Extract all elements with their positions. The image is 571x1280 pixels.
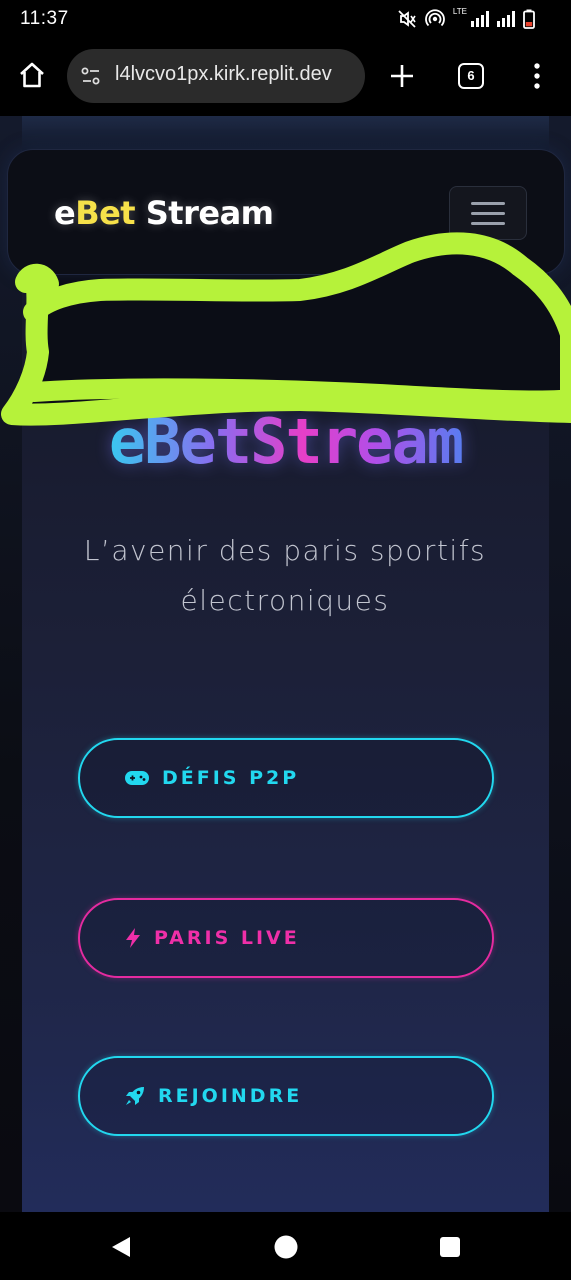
join-button-label: REJOINDRE [158,1085,303,1107]
status-time: 11:37 [20,8,69,29]
live-button-label: PARIS LIVE [154,927,300,949]
status-bar: 11:37 LTE [0,0,571,38]
mute-icon [398,10,416,28]
signal-icon [471,11,489,27]
signal-icon [497,11,515,27]
tabs-button[interactable]: 6 [458,63,484,89]
browser-toolbar: l4lvcvo1px.kirk.replit.dev 6 [0,38,571,116]
gamepad-icon [125,771,149,785]
hero-title: eBetStream [108,405,464,478]
site-settings-icon[interactable] [79,64,103,88]
new-tab-icon[interactable] [388,62,416,90]
hamburger-icon[interactable] [449,186,527,240]
recents-icon[interactable] [439,1236,461,1258]
live-bets-button[interactable]: PARIS LIVE [78,898,494,978]
network-type: LTE [452,7,467,16]
back-icon[interactable] [108,1234,134,1260]
brand-logo[interactable]: eBet Stream [54,194,274,232]
overflow-menu-icon[interactable] [530,62,544,90]
battery-icon [523,9,535,29]
lightning-icon [126,928,140,948]
web-page: eBet Stream eBetStream L’avenir des pari… [0,116,571,1212]
url-text[interactable]: l4lvcvo1px.kirk.replit.dev [115,63,332,86]
address-bar[interactable]: l4lvcvo1px.kirk.replit.dev [67,49,365,103]
home-icon[interactable] [17,60,47,90]
home-circle-icon[interactable] [273,1234,299,1260]
site-navbar: eBet Stream [7,149,565,275]
p2p-challenges-button[interactable]: DÉFIS P2P [78,738,494,818]
hero-subtitle: L’avenir des paris sportifs électronique… [83,534,487,617]
hotspot-icon [425,9,445,27]
system-nav-bar [0,1212,571,1280]
status-icons: LTE [397,8,535,30]
join-button[interactable]: REJOINDRE [78,1056,494,1136]
p2p-button-label: DÉFIS P2P [162,767,300,789]
rocket-icon [126,1087,144,1105]
